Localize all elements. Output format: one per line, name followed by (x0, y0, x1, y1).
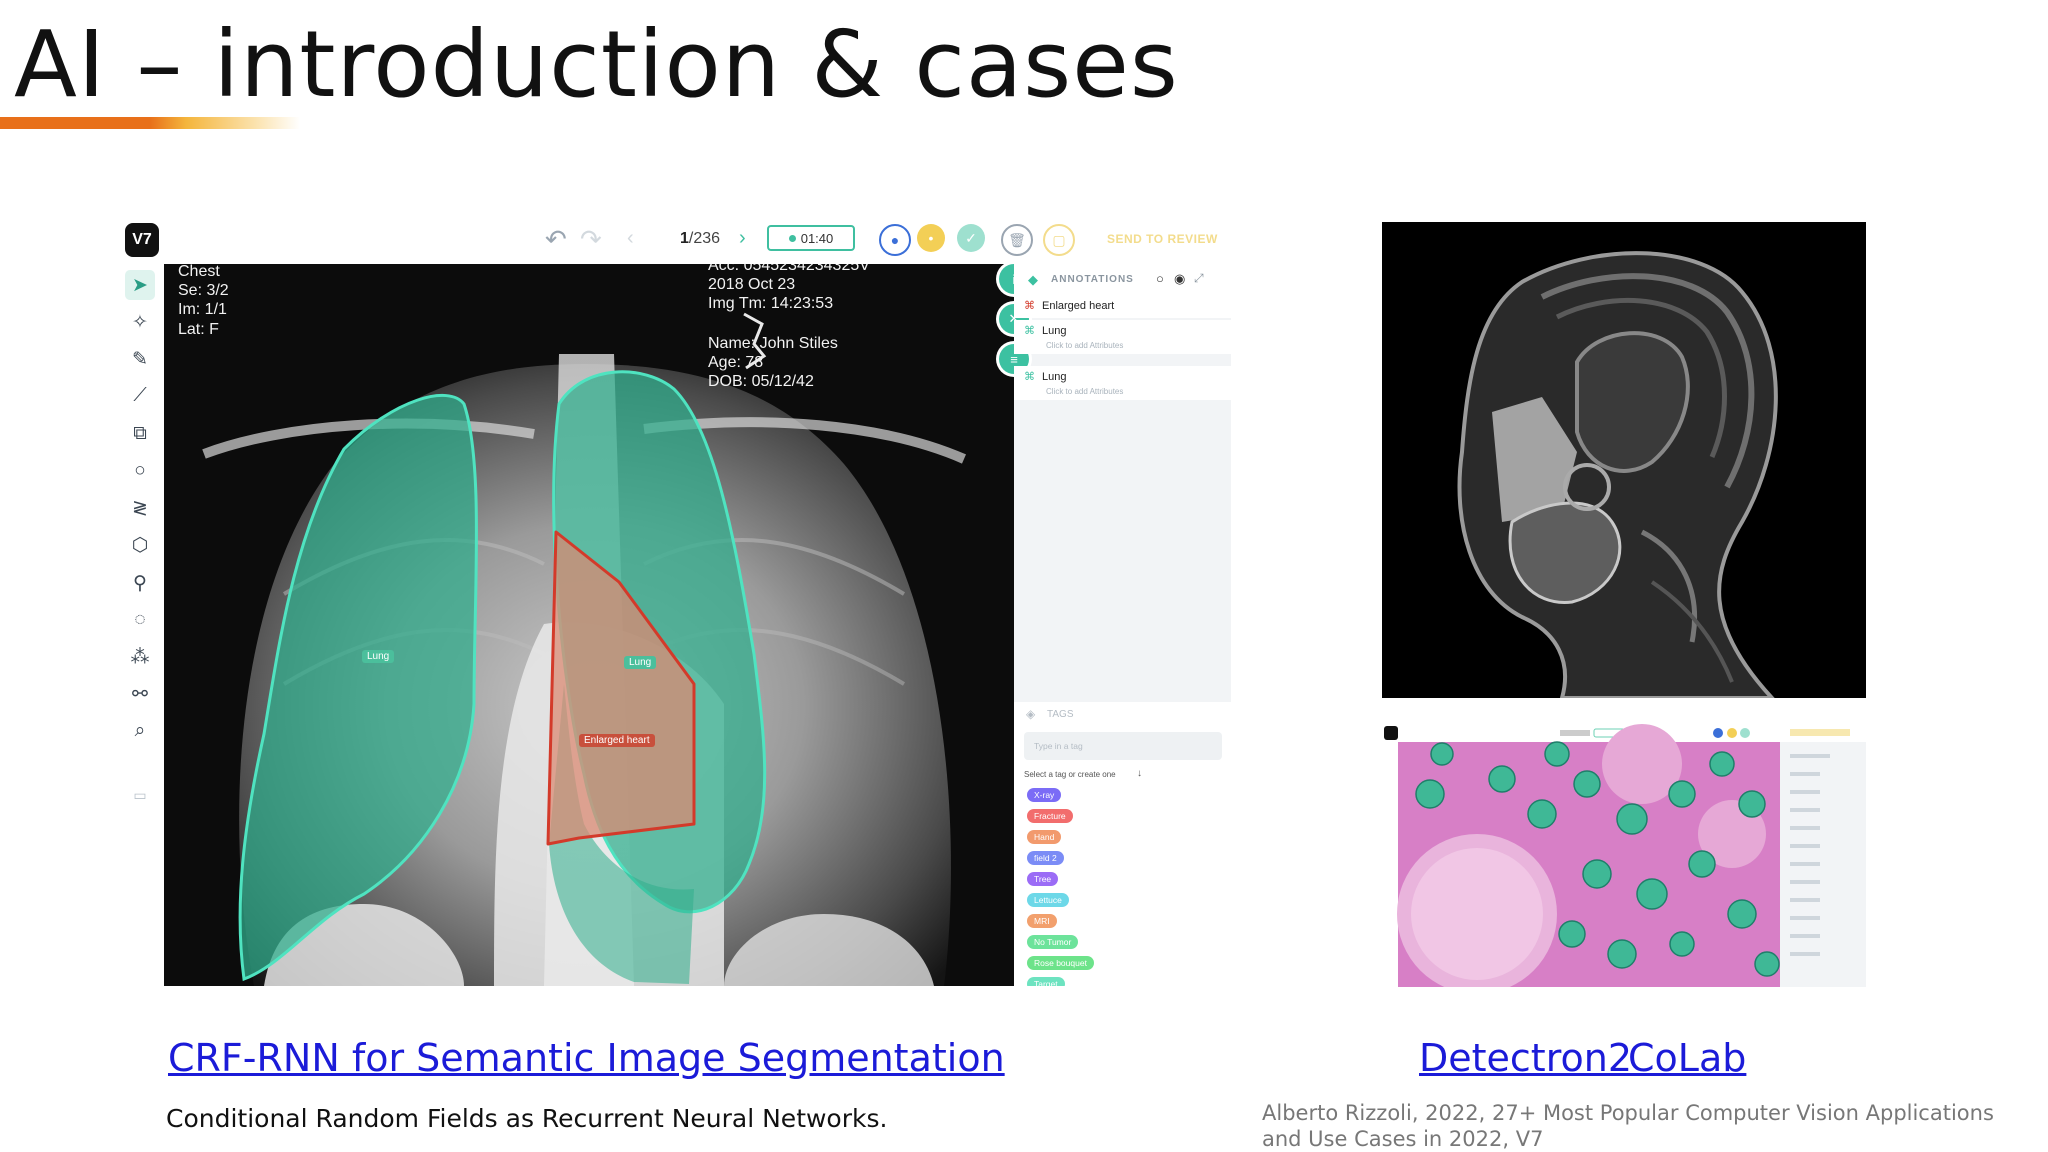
slide-title: AI – introduction & cases (14, 11, 1179, 118)
timer-value: 01:40 (800, 230, 834, 246)
tag-input[interactable]: Type in a tag (1024, 732, 1222, 760)
crf-rnn-link[interactable]: CRF-RNN for Semantic Image Segmentation (168, 1036, 1005, 1080)
assignee-avatar[interactable]: ● (879, 224, 911, 256)
annotation-item[interactable]: ⌘ Enlarged heart (1014, 294, 1231, 318)
xray-info-line: Age: 78 (708, 354, 764, 371)
annotation-title: Lung (1042, 325, 1067, 337)
tag-chip[interactable]: Target (1027, 977, 1065, 986)
detectron2-link[interactable]: Detectron2 (1419, 1036, 1632, 1080)
cuboid-tool-icon[interactable]: ⬡ (125, 530, 155, 560)
expand-icon[interactable]: ⤢ (1194, 271, 1204, 286)
xray-info-line: Chest (178, 264, 220, 280)
select-tool-icon[interactable]: ➤ (125, 270, 155, 300)
visibility-eye-icon[interactable]: ◉ (1174, 271, 1185, 287)
tag-chip[interactable]: Hand (1027, 830, 1062, 844)
link-tool-icon[interactable]: ⚯ (125, 679, 155, 709)
xray-lat-info: Lat: F (178, 321, 219, 338)
xray-acquisition-info: Acc: 0545234234325V 2018 Oct 23 Img Tm: … (708, 264, 870, 313)
xray-graphic (164, 264, 1014, 986)
send-to-review-button[interactable]: SEND TO REVIEW (1107, 232, 1218, 246)
timer-badge: 01:40 (767, 225, 855, 251)
tag-chip[interactable]: No Tumor (1027, 935, 1079, 949)
polygon-class-icon: ⌘ (1024, 371, 1035, 383)
undo-icon[interactable]: ↶ (545, 224, 567, 255)
tag-hint: Select a tag or create one (1024, 770, 1116, 779)
chat-icon[interactable]: ▭ (125, 780, 155, 810)
trash-icon[interactable]: 🗑 (1001, 224, 1033, 256)
brush-tool-icon[interactable]: ⟋ (125, 381, 155, 411)
head-segmentation-image (1382, 222, 1866, 698)
annotation-attributes-hint[interactable]: Click to add Attributes (1046, 341, 1123, 350)
xray-info-line: Im: 1/1 (178, 301, 227, 318)
stage-complete-icon[interactable]: ✓ (957, 224, 985, 252)
tags-section: ◈ TAGS Type in a tag Select a tag or cre… (1014, 702, 1231, 986)
xray-info-line: Se: 3/2 (178, 282, 229, 299)
redo-icon[interactable]: ↷ (580, 224, 602, 255)
polygon-pen-tool-icon[interactable]: ✎ (125, 344, 155, 374)
polygon-class-icon: ⌘ (1024, 300, 1035, 312)
xray-info-line: DOB: 05/12/42 (708, 373, 814, 390)
image-credit: Alberto Rizzoli, 2022, 27+ Most Popular … (1262, 1101, 1994, 1151)
polyline-tool-icon[interactable]: ≷ (125, 493, 155, 523)
counter-current: 1 (680, 230, 689, 247)
v7-annotation-screenshot: V7 ↶ ↷ ‹ 1/236 › 01:40 ● • ✓ 🗑 ▢ SEND TO… (117, 214, 1231, 986)
tag-chip[interactable]: Fracture (1027, 809, 1073, 823)
annotation-title: Lung (1042, 371, 1067, 383)
comment-tool-icon[interactable]: ◌ (125, 605, 155, 635)
auto-annotate-tool-icon[interactable]: ✧ (125, 307, 155, 337)
stage-annotate-icon[interactable]: • (917, 224, 945, 252)
keypoint-tool-icon[interactable]: ⚲ (125, 568, 155, 598)
copy-tool-icon[interactable]: ⧉ (125, 419, 155, 449)
colab-link[interactable]: CoLab (1628, 1036, 1746, 1080)
xray-info-line: Name: John Stiles (708, 335, 838, 352)
tag-chip[interactable]: MRI (1027, 914, 1057, 928)
review-icon[interactable]: ▢ (1043, 224, 1075, 256)
tag-input-placeholder: Type in a tag (1034, 741, 1083, 751)
prev-image-icon[interactable]: ‹ (627, 227, 634, 250)
title-accent-bar (0, 117, 300, 129)
tool-sidebar: ➤ ✧ ✎ ⟋ ⧉ ○ ≷ ⬡ ⚲ ◌ ⁂ ⚯ ⌕ ▭ (117, 264, 164, 986)
next-image-icon[interactable]: › (739, 227, 746, 250)
annotation-item[interactable]: ⌘ Lung Click to add Attributes (1014, 320, 1231, 354)
annotations-title: ANNOTATIONS (1051, 274, 1134, 285)
v7-logo: V7 (125, 223, 159, 257)
tag-chip[interactable]: Lettuce (1027, 893, 1069, 907)
tags-title: TAGS (1047, 709, 1074, 720)
annotations-stack-icon: ◆ (1028, 272, 1038, 287)
caption-subtitle: Conditional Random Fields as Recurrent N… (166, 1104, 888, 1133)
xray-info-line: 2018 Oct 23 (708, 276, 796, 293)
timer-dot-icon (788, 234, 796, 242)
polygon-class-icon: ⌘ (1024, 325, 1035, 337)
xray-info-line: Img Tm: 14:23:53 (708, 295, 834, 312)
enlarged-heart-label: Enlarged heart (579, 734, 655, 747)
lung-left-label: Lung (362, 650, 395, 663)
v7-top-bar: V7 ↶ ↷ ‹ 1/236 › 01:40 ● • ✓ 🗑 ▢ SEND TO… (117, 214, 1231, 264)
annotations-header: ◆ ANNOTATIONS ○ ◉ ⤢ (1014, 264, 1231, 294)
tag-icon: ◈ (1026, 707, 1036, 721)
xray-series-info: Chest Se: 3/2 Im: 1/1 (178, 264, 229, 319)
chest-xray-image[interactable]: Chest Se: 3/2 Im: 1/1 Lat: F Acc: 054523… (164, 264, 1014, 986)
ellipse-tool-icon[interactable]: ○ (125, 456, 155, 486)
annotation-attributes-hint[interactable]: Click to add Attributes (1046, 387, 1123, 396)
cell-segmentation-screenshot (1382, 724, 1866, 987)
tag-chip[interactable]: X-ray (1027, 788, 1062, 802)
xray-info-line: Acc: 0545234234325V (708, 264, 870, 274)
toggle-all-icon[interactable]: ○ (1156, 271, 1164, 286)
tag-chip[interactable]: Tree (1027, 872, 1059, 886)
graph-tool-icon[interactable]: ⁂ (125, 642, 155, 672)
counter-total: /236 (688, 230, 721, 247)
lung-right-label: Lung (624, 656, 657, 669)
xray-patient-info: Name: John Stiles Age: 78 DOB: 05/12/42 (708, 334, 838, 391)
tag-chip[interactable]: Rose bouquet (1027, 956, 1094, 970)
head-segmentation-graphic (1382, 222, 1866, 698)
tag-chip[interactable]: field 2 (1027, 851, 1064, 865)
annotation-title: Enlarged heart (1042, 300, 1115, 312)
cell-segmentation-graphic (1382, 724, 1866, 987)
image-counter: 1/236 (680, 230, 720, 248)
annotations-panel: i ✕ ≡ ◆ ANNOTATIONS ○ ◉ ⤢ ⌘ Enlarged hea… (999, 264, 1231, 986)
zoom-tool-icon[interactable]: ⌕ (125, 716, 155, 746)
annotation-item[interactable]: ⌘ Lung Click to add Attributes (1014, 366, 1231, 400)
arrow-down-icon: ↓ (1137, 768, 1142, 779)
